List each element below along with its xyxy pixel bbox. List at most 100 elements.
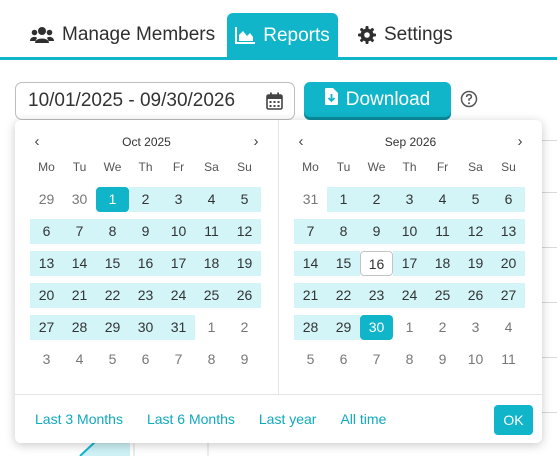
preset-all-time[interactable]: All time bbox=[340, 411, 386, 427]
calendar-day[interactable]: 3 bbox=[459, 315, 492, 340]
calendar-day[interactable]: 4 bbox=[195, 187, 228, 212]
preset-last-year[interactable]: Last year bbox=[259, 411, 317, 427]
calendar-day[interactable]: 7 bbox=[162, 347, 195, 372]
next-month-icon[interactable]: › bbox=[510, 132, 530, 152]
calendar-day[interactable]: 11 bbox=[426, 219, 459, 244]
question-circle-icon[interactable] bbox=[460, 90, 478, 113]
calendar-day[interactable]: 20 bbox=[30, 283, 63, 308]
date-range-input[interactable]: 10/01/2025 - 09/30/2026 bbox=[15, 82, 295, 120]
calendar-day[interactable]: 5 bbox=[96, 347, 129, 372]
calendar-day[interactable]: 8 bbox=[393, 347, 426, 372]
calendar-day[interactable]: 9 bbox=[426, 347, 459, 372]
calendar-day[interactable]: 8 bbox=[327, 219, 360, 244]
calendar-day[interactable]: 27 bbox=[492, 283, 525, 308]
calendar-day[interactable]: 26 bbox=[228, 283, 261, 308]
calendar-day[interactable]: 11 bbox=[195, 219, 228, 244]
calendar-day[interactable]: 18 bbox=[195, 251, 228, 276]
weekday-label: Tu bbox=[336, 160, 351, 174]
calendar-day[interactable]: 10 bbox=[393, 219, 426, 244]
calendar-day[interactable]: 30 bbox=[63, 187, 96, 212]
calendar-day[interactable]: 26 bbox=[459, 283, 492, 308]
calendar-day[interactable]: 22 bbox=[327, 283, 360, 308]
calendar-day[interactable]: 5 bbox=[459, 187, 492, 212]
calendar-day[interactable]: 28 bbox=[63, 315, 96, 340]
calendar-day[interactable]: 10 bbox=[459, 347, 492, 372]
calendar-day[interactable]: 2 bbox=[129, 187, 162, 212]
calendar-icon[interactable] bbox=[266, 92, 283, 116]
calendar-day[interactable]: 7 bbox=[360, 347, 393, 372]
calendar-day[interactable]: 1 bbox=[393, 315, 426, 340]
calendar-day[interactable]: 29 bbox=[30, 187, 63, 212]
calendar-day[interactable]: 15 bbox=[96, 251, 129, 276]
calendar-day[interactable]: 16 bbox=[129, 251, 162, 276]
calendar-day[interactable]: 5 bbox=[294, 347, 327, 372]
calendar-day[interactable]: 18 bbox=[426, 251, 459, 276]
calendar-day[interactable]: 22 bbox=[96, 283, 129, 308]
calendar-day[interactable]: 31 bbox=[294, 187, 327, 212]
calendar-day[interactable]: 8 bbox=[96, 219, 129, 244]
calendar-day[interactable]: 2 bbox=[426, 315, 459, 340]
ok-button[interactable]: OK bbox=[494, 405, 533, 435]
calendar-day[interactable]: 25 bbox=[195, 283, 228, 308]
calendar-day[interactable]: 2 bbox=[360, 187, 393, 212]
calendar-day[interactable]: 24 bbox=[393, 283, 426, 308]
calendar-day[interactable]: 21 bbox=[294, 283, 327, 308]
calendar-day[interactable]: 3 bbox=[393, 187, 426, 212]
calendar-day[interactable]: 19 bbox=[228, 251, 261, 276]
preset-last-6-months[interactable]: Last 6 Months bbox=[147, 411, 235, 427]
calendar-day[interactable]: 4 bbox=[63, 347, 96, 372]
calendar-day[interactable]: 7 bbox=[294, 219, 327, 244]
tab-reports[interactable]: Reports bbox=[227, 13, 338, 58]
calendar-day[interactable]: 12 bbox=[228, 219, 261, 244]
calendar-day[interactable]: 6 bbox=[492, 187, 525, 212]
calendar-day[interactable]: 30 bbox=[129, 315, 162, 340]
calendar-day[interactable]: 1 bbox=[327, 187, 360, 212]
calendar-day[interactable]: 29 bbox=[327, 315, 360, 340]
tab-manage-members[interactable]: Manage Members bbox=[30, 12, 215, 58]
calendar-day[interactable]: 9 bbox=[129, 219, 162, 244]
calendar-day[interactable]: 9 bbox=[228, 347, 261, 372]
calendar-day[interactable]: 10 bbox=[162, 219, 195, 244]
calendar-day[interactable]: 16 bbox=[360, 251, 393, 276]
calendar-day[interactable]: 6 bbox=[327, 347, 360, 372]
tab-bar: Manage Members Reports Settings bbox=[0, 0, 557, 60]
calendar-day[interactable]: 8 bbox=[195, 347, 228, 372]
calendar-day[interactable]: 11 bbox=[492, 347, 525, 372]
calendar-day[interactable]: 6 bbox=[30, 219, 63, 244]
calendar-day[interactable]: 1 bbox=[96, 187, 129, 212]
calendar-day[interactable]: 4 bbox=[426, 187, 459, 212]
calendar-day[interactable]: 17 bbox=[162, 251, 195, 276]
calendar-day[interactable]: 7 bbox=[63, 219, 96, 244]
calendar-day[interactable]: 9 bbox=[360, 219, 393, 244]
calendar-day[interactable]: 30 bbox=[360, 315, 393, 340]
calendar-day[interactable]: 19 bbox=[459, 251, 492, 276]
calendar-day[interactable]: 3 bbox=[162, 187, 195, 212]
calendar-day[interactable]: 3 bbox=[30, 347, 63, 372]
calendar-day[interactable]: 21 bbox=[63, 283, 96, 308]
calendar-day[interactable]: 13 bbox=[492, 219, 525, 244]
calendar-day[interactable]: 5 bbox=[228, 187, 261, 212]
calendar-day[interactable]: 2 bbox=[228, 315, 261, 340]
calendar-day[interactable]: 29 bbox=[96, 315, 129, 340]
calendar-day[interactable]: 14 bbox=[63, 251, 96, 276]
calendar-day[interactable]: 15 bbox=[327, 251, 360, 276]
calendar-day[interactable]: 6 bbox=[129, 347, 162, 372]
calendar-day[interactable]: 25 bbox=[426, 283, 459, 308]
calendar-day[interactable]: 14 bbox=[294, 251, 327, 276]
tab-settings[interactable]: Settings bbox=[358, 12, 453, 58]
calendar-day[interactable]: 12 bbox=[459, 219, 492, 244]
preset-last-3-months[interactable]: Last 3 Months bbox=[35, 411, 123, 427]
calendar-day[interactable]: 13 bbox=[30, 251, 63, 276]
next-month-icon[interactable]: › bbox=[246, 132, 266, 152]
calendar-day[interactable]: 20 bbox=[492, 251, 525, 276]
download-button[interactable]: Download bbox=[304, 82, 451, 117]
calendar-day[interactable]: 27 bbox=[30, 315, 63, 340]
calendar-day[interactable]: 17 bbox=[393, 251, 426, 276]
calendar-day[interactable]: 4 bbox=[492, 315, 525, 340]
calendar-day[interactable]: 1 bbox=[195, 315, 228, 340]
calendar-day[interactable]: 28 bbox=[294, 315, 327, 340]
calendar-day[interactable]: 23 bbox=[360, 283, 393, 308]
calendar-day[interactable]: 23 bbox=[129, 283, 162, 308]
calendar-day[interactable]: 24 bbox=[162, 283, 195, 308]
calendar-day[interactable]: 31 bbox=[162, 315, 195, 340]
